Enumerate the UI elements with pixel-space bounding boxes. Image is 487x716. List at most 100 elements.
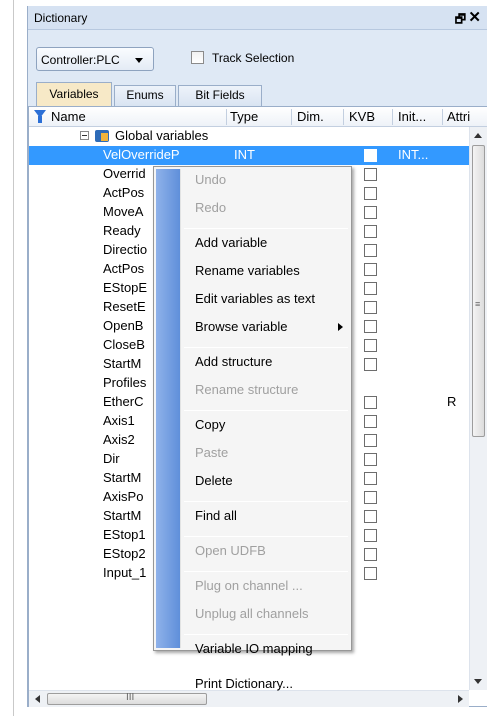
kvb-checkbox[interactable] <box>364 263 377 276</box>
menu-item-plug-on-channel[interactable]: Plug on channel ... <box>183 575 349 597</box>
kvb-checkbox[interactable] <box>364 149 377 162</box>
filter-icon[interactable] <box>34 110 46 123</box>
menu-item-open-udfb[interactable]: Open UDFB <box>183 540 349 562</box>
variable-name: Directio <box>103 242 148 257</box>
column-header-dim[interactable]: Dim. <box>297 109 324 124</box>
menu-item-undo[interactable]: Undo <box>183 169 349 191</box>
menu-item-find-all[interactable]: Find all <box>183 505 349 527</box>
kvb-checkbox[interactable] <box>364 415 377 428</box>
menu-item-label: Rename structure <box>195 382 299 397</box>
vertical-scroll-thumb[interactable] <box>472 145 485 437</box>
menu-item-label: Unplug all channels <box>195 606 309 621</box>
menu-separator <box>184 634 348 635</box>
menu-item-edit-variables-as-text[interactable]: Edit variables as text <box>183 288 349 310</box>
kvb-checkbox[interactable] <box>364 187 377 200</box>
menu-item-label: Rename variables <box>195 263 300 278</box>
tab-enums[interactable]: Enums <box>114 85 176 106</box>
dictionary-tabs: Variables Enums Bit Fields <box>28 82 487 106</box>
menu-item-browse-variable[interactable]: Browse variable <box>183 316 349 338</box>
menu-item-paste[interactable]: Paste <box>183 442 349 464</box>
scroll-up-icon[interactable] <box>474 133 482 138</box>
column-header-type[interactable]: Type <box>230 109 258 124</box>
variable-type: INT <box>234 147 255 162</box>
menu-item-variable-io-mapping[interactable]: Variable IO mapping <box>183 638 349 660</box>
variable-name: StartM <box>103 470 142 485</box>
menu-item-label: Print Dictionary... <box>195 676 294 691</box>
menu-item-rename-variables[interactable]: Rename variables <box>183 260 349 282</box>
column-header-name[interactable]: Name <box>51 109 86 124</box>
kvb-checkbox[interactable] <box>364 244 377 257</box>
scroll-down-icon[interactable] <box>474 679 482 684</box>
variable-name: Dir <box>103 451 120 466</box>
menu-separator <box>184 347 348 348</box>
variable-name: EStop2 <box>103 546 146 561</box>
kvb-checkbox[interactable] <box>364 567 377 580</box>
kvb-checkbox[interactable] <box>364 282 377 295</box>
menu-item-delete[interactable]: Delete <box>183 470 349 492</box>
scroll-right-icon[interactable] <box>458 695 463 703</box>
variable-name: ActPos <box>103 185 145 200</box>
kvb-checkbox[interactable] <box>364 206 377 219</box>
variable-name: ActPos <box>103 261 145 276</box>
kvb-checkbox[interactable] <box>364 301 377 314</box>
variable-name: StartM <box>103 508 142 523</box>
menu-separator <box>184 228 348 229</box>
dictionary-toolbar: Controller:PLC Track Selection <box>28 30 487 80</box>
kvb-checkbox[interactable] <box>364 320 377 333</box>
menu-item-add-structure[interactable]: Add structure <box>183 351 349 373</box>
controller-dropdown[interactable]: Controller:PLC <box>36 47 154 71</box>
tab-variables[interactable]: Variables <box>36 82 112 106</box>
menu-separator <box>184 410 348 411</box>
global-variables-icon <box>95 130 109 142</box>
menu-separator <box>184 536 348 537</box>
column-header-init[interactable]: Init... <box>398 109 426 124</box>
menu-item-label: Add variable <box>195 235 268 250</box>
menu-item-add-variable[interactable]: Add variable <box>183 232 349 254</box>
variable-name: Axis1 <box>103 413 135 428</box>
menu-item-print-dictionary[interactable]: Print Dictionary... <box>183 673 349 695</box>
menu-item-label: Delete <box>195 473 233 488</box>
column-header-kvb[interactable]: KVB <box>349 109 375 124</box>
column-header-attri[interactable]: Attri <box>447 109 470 124</box>
menu-item-label: Copy <box>195 417 226 432</box>
kvb-checkbox[interactable] <box>364 510 377 523</box>
tab-bit-fields[interactable]: Bit Fields <box>178 85 262 106</box>
variable-name: AxisPo <box>103 489 144 504</box>
menu-item-label: Redo <box>195 200 227 215</box>
grid-header: Name Type Dim. KVB Init... Attri <box>29 107 487 127</box>
menu-item-label: Edit variables as text <box>195 291 315 306</box>
scroll-grip-icon: ≡ <box>475 299 481 309</box>
close-icon[interactable]: ✕ <box>468 8 481 26</box>
kvb-checkbox[interactable] <box>364 548 377 561</box>
variable-name: MoveA <box>103 204 144 219</box>
kvb-checkbox[interactable] <box>364 339 377 352</box>
menu-item-copy[interactable]: Copy <box>183 414 349 436</box>
track-selection-checkbox[interactable] <box>191 51 204 64</box>
kvb-checkbox[interactable] <box>364 358 377 371</box>
table-row[interactable]: VelOverrideP INT INT... <box>29 146 469 165</box>
group-label: Global variables <box>115 128 209 143</box>
collapse-icon[interactable] <box>80 131 89 140</box>
variable-name: CloseB <box>103 337 145 352</box>
left-divider <box>13 0 14 716</box>
kvb-checkbox[interactable] <box>364 168 377 181</box>
group-row-global-variables[interactable]: Global variables <box>29 127 469 146</box>
menu-item-rename-structure[interactable]: Rename structure <box>183 379 349 401</box>
kvb-checkbox[interactable] <box>364 491 377 504</box>
menu-item-unplug-all-channels[interactable]: Unplug all channels <box>183 603 349 625</box>
track-selection-label[interactable]: Track Selection <box>212 51 294 65</box>
menu-item-redo[interactable]: Redo <box>183 197 349 219</box>
variable-name: Axis2 <box>103 432 135 447</box>
kvb-checkbox[interactable] <box>364 453 377 466</box>
kvb-checkbox[interactable] <box>364 529 377 542</box>
kvb-checkbox[interactable] <box>364 434 377 447</box>
menu-item-label: Find all <box>195 508 237 523</box>
kvb-checkbox[interactable] <box>364 472 377 485</box>
float-window-icon[interactable]: 🗗 <box>455 10 466 31</box>
scroll-left-icon[interactable] <box>35 695 40 703</box>
menu-separator <box>184 571 348 572</box>
variable-attribute: R <box>447 394 457 409</box>
kvb-checkbox[interactable] <box>364 396 377 409</box>
kvb-checkbox[interactable] <box>364 225 377 238</box>
vertical-scrollbar[interactable]: ≡ <box>469 127 487 690</box>
